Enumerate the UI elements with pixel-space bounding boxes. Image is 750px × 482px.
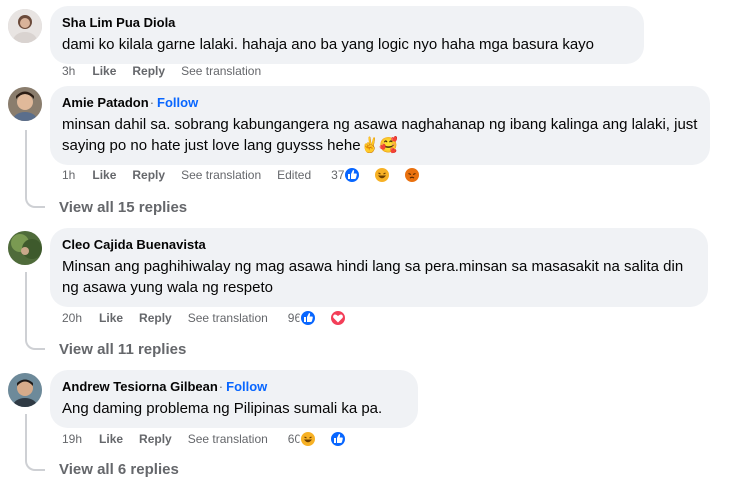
follow-button[interactable]: Follow — [157, 95, 198, 110]
reply-button[interactable]: Reply — [139, 311, 172, 325]
thread-connector — [25, 130, 45, 208]
reaction-summary[interactable]: 96 — [288, 309, 363, 327]
like-reaction-icon — [299, 309, 318, 327]
comment-bubble: Sha Lim Pua Diola dami ko kilala garne l… — [50, 6, 644, 64]
avatar[interactable] — [8, 9, 42, 43]
comment-text: Ang daming problema ng Pilipinas sumali … — [62, 400, 383, 417]
comment-actions: 19h Like Reply See translation 60 — [62, 430, 363, 448]
comment-bubble: Andrew Tesiorna Gilbean· Follow Ang damin… — [50, 370, 418, 428]
comment-author[interactable]: Cleo Cajida Buenavista — [62, 236, 696, 253]
comment-actions: 3h Like Reply See translation — [62, 62, 277, 80]
like-reaction-icon — [342, 166, 361, 184]
haha-reaction-icon — [299, 430, 318, 448]
angry-reaction-icon — [402, 166, 421, 184]
like-button[interactable]: Like — [99, 311, 123, 325]
like-button[interactable]: Like — [99, 432, 123, 446]
love-reaction-icon — [329, 309, 348, 327]
edited-label: Edited — [277, 168, 312, 182]
comment-actions: 20h Like Reply See translation 96 — [62, 309, 363, 327]
avatar[interactable] — [8, 87, 42, 121]
see-translation-link[interactable]: See translation — [181, 168, 261, 182]
comment-text: dami ko kilala garne lalaki. hahaja ano … — [62, 36, 595, 53]
comment-actions: 1h Like Reply See translation Edited 37 — [62, 166, 437, 184]
haha-reaction-icon — [372, 166, 391, 184]
comment-time[interactable]: 3h — [62, 64, 75, 78]
avatar[interactable] — [8, 373, 42, 407]
comment-time[interactable]: 1h — [62, 168, 75, 182]
see-translation-link[interactable]: See translation — [188, 311, 268, 325]
view-replies-link[interactable]: View all 11 replies — [59, 341, 186, 358]
see-translation-link[interactable]: See translation — [181, 64, 261, 78]
reply-button[interactable]: Reply — [139, 432, 172, 446]
thread-connector — [25, 272, 45, 350]
comment-author: Amie Patadon· Follow — [62, 95, 199, 110]
view-replies-link[interactable]: View all 6 replies — [59, 461, 179, 478]
thread-connector — [25, 414, 45, 471]
like-reaction-icon — [329, 430, 348, 448]
comment-text: Minsan ang paghihiwalay ng mag asawa hin… — [62, 258, 684, 296]
author-name[interactable]: Amie Patadon — [62, 95, 149, 110]
reaction-summary[interactable]: 60 — [288, 430, 363, 448]
comment-bubble: Amie Patadon· Follow minsan dahil sa. sob… — [50, 86, 710, 165]
comment-author[interactable]: Sha Lim Pua Diola — [62, 14, 632, 31]
follow-button[interactable]: Follow — [226, 379, 267, 394]
reply-button[interactable]: Reply — [132, 168, 165, 182]
like-button[interactable]: Like — [92, 64, 116, 78]
comment-text: minsan dahil sa. sobrang kabungangera ng… — [62, 116, 698, 154]
view-replies-link[interactable]: View all 15 replies — [59, 199, 187, 216]
author-name[interactable]: Andrew Tesiorna Gilbean — [62, 379, 218, 394]
comment-time[interactable]: 19h — [62, 432, 82, 446]
reply-button[interactable]: Reply — [132, 64, 165, 78]
like-button[interactable]: Like — [92, 168, 116, 182]
avatar[interactable] — [8, 231, 42, 265]
comment-time[interactable]: 20h — [62, 311, 82, 325]
see-translation-link[interactable]: See translation — [188, 432, 268, 446]
comment-bubble: Cleo Cajida Buenavista Minsan ang paghih… — [50, 228, 708, 307]
comment-author: Andrew Tesiorna Gilbean· Follow — [62, 379, 268, 394]
reaction-summary[interactable]: 37 — [331, 166, 436, 184]
